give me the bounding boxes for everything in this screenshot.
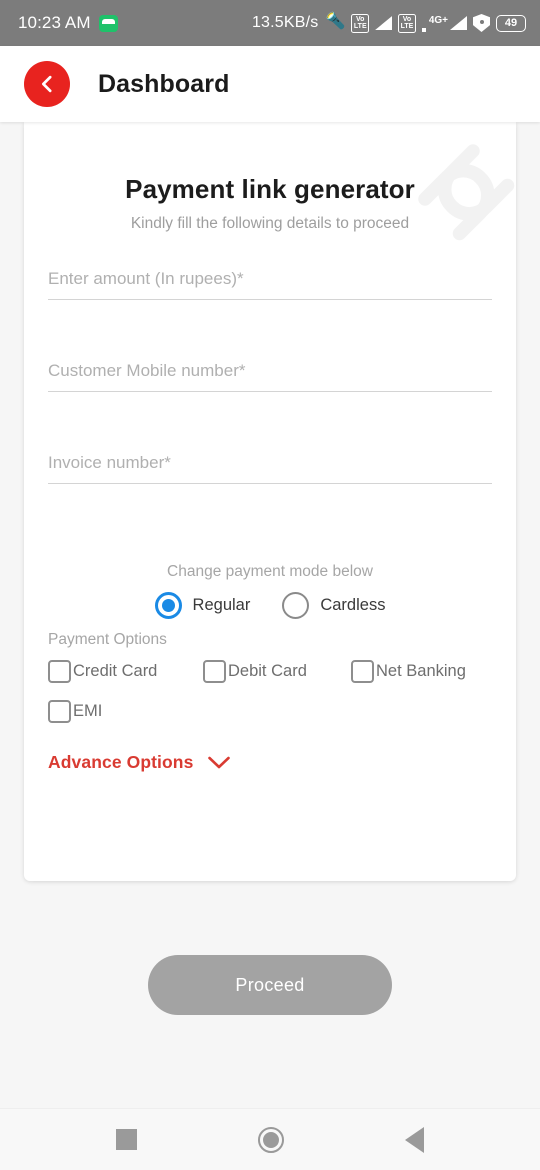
bluetooth-icon: 🔦 xyxy=(325,13,346,30)
volte-icon-sim2: Vo LTE xyxy=(398,13,416,33)
android-navigation-bar xyxy=(0,1108,540,1170)
square-recents-icon[interactable] xyxy=(116,1129,138,1150)
chevron-left-icon xyxy=(42,75,52,93)
volte-sim2-bottom: LTE xyxy=(400,23,414,30)
radio-option-regular[interactable]: Regular xyxy=(154,592,251,619)
radio-regular-label: Regular xyxy=(192,596,251,614)
proceed-button-wrapper: Proceed xyxy=(0,955,540,1015)
radio-cardless-icon[interactable] xyxy=(282,592,310,619)
checkbox-debit-card[interactable]: Debit Card xyxy=(203,660,351,683)
checkbox-credit-card[interactable]: Credit Card xyxy=(48,660,203,683)
battery-indicator: 49 xyxy=(496,14,526,32)
checkbox-net-banking-label: Net Banking xyxy=(376,662,466,680)
network-speed-label: 13.5KB/s xyxy=(251,14,319,31)
amount-field-row xyxy=(48,265,492,357)
app-notification-icon xyxy=(98,14,118,32)
checkbox-credit-card-box[interactable] xyxy=(48,660,71,683)
scroll-content: Payment link generator Kindly fill the f… xyxy=(0,122,540,1108)
checkbox-emi[interactable]: EMI xyxy=(48,700,203,723)
back-button[interactable] xyxy=(24,61,70,107)
mobile-number-input[interactable] xyxy=(48,357,492,392)
radio-cardless-label: Cardless xyxy=(320,596,386,614)
payment-link-card: Payment link generator Kindly fill the f… xyxy=(24,122,516,881)
data-type-label: 4G+ xyxy=(428,14,448,26)
advance-options-label: Advance Options xyxy=(48,752,194,772)
volte-sim2-top: Vo xyxy=(402,15,412,23)
signal-dot-icon xyxy=(421,27,426,32)
triangle-back-icon[interactable] xyxy=(404,1126,424,1153)
checkbox-debit-card-label: Debit Card xyxy=(228,662,307,680)
checkbox-emi-label: EMI xyxy=(73,702,103,720)
signal-bars-sim1-icon xyxy=(375,16,392,30)
volte-sim1-top: Vo xyxy=(356,15,365,23)
status-bar-left: 10:23 AM xyxy=(18,13,118,33)
checkbox-credit-card-label: Credit Card xyxy=(73,662,158,680)
chevron-down-icon xyxy=(208,756,231,769)
advance-options-toggle[interactable]: Advance Options xyxy=(48,752,231,773)
circle-home-icon[interactable] xyxy=(257,1126,284,1153)
checkbox-net-banking[interactable]: Net Banking xyxy=(351,660,466,683)
status-bar-right: 13.5KB/s 🔦 Vo LTE Vo LTE 4G+ 49 xyxy=(251,13,526,33)
payment-options-label: Payment Options xyxy=(48,631,167,648)
radio-regular-icon[interactable] xyxy=(154,592,182,619)
proceed-button[interactable]: Proceed xyxy=(148,955,392,1015)
form-fields xyxy=(48,265,492,541)
payment-options-group: Credit Card Debit Card Net Banking EMI xyxy=(48,660,492,723)
volte-icon-sim1: Vo LTE xyxy=(351,13,370,33)
payment-mode-label: Change payment mode below xyxy=(167,563,373,580)
card-subtitle: Kindly fill the following details to pro… xyxy=(130,215,410,232)
mobile-field-row xyxy=(48,357,492,449)
invoice-number-input[interactable] xyxy=(48,449,492,484)
checkbox-emi-box[interactable] xyxy=(48,700,71,723)
page-title: Dashboard xyxy=(98,69,230,98)
payment-mode-radio-group: Regular Cardless xyxy=(48,592,492,619)
amount-input[interactable] xyxy=(48,265,492,300)
status-time: 10:23 AM xyxy=(18,13,91,32)
app-header: Dashboard xyxy=(0,46,540,122)
checkbox-net-banking-box[interactable] xyxy=(351,660,374,683)
volte-sim1-bottom: LTE xyxy=(353,23,367,30)
card-title: Payment link generator xyxy=(125,174,415,204)
status-bar: 10:23 AM 13.5KB/s 🔦 Vo LTE Vo LTE 4G+ 49 xyxy=(0,0,540,46)
radio-option-cardless[interactable]: Cardless xyxy=(282,592,385,619)
checkbox-debit-card-box[interactable] xyxy=(203,660,226,683)
wifi-shield-icon xyxy=(473,14,490,32)
signal-bars-sim2-icon xyxy=(450,16,467,30)
invoice-field-row xyxy=(48,449,492,541)
